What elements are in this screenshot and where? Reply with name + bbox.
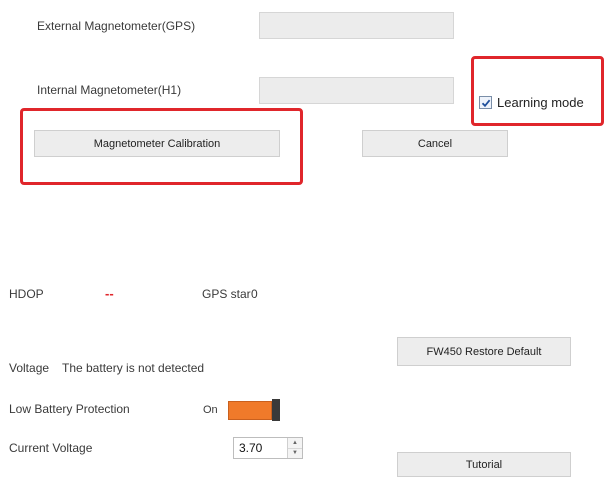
external-magnetometer-field (259, 12, 454, 39)
gps-star-label: GPS star (202, 287, 251, 301)
hdop-label: HDOP (9, 287, 44, 301)
toggle-track (227, 400, 272, 420)
toggle-state-label: On (203, 404, 218, 416)
low-battery-toggle[interactable]: On (203, 399, 280, 421)
current-voltage-value[interactable]: 3.70 (234, 438, 287, 458)
checkmark-icon (481, 99, 490, 107)
learning-mode-label: Learning mode (497, 95, 584, 110)
current-voltage-stepper[interactable]: 3.70 ▲ ▼ (233, 437, 303, 459)
learning-mode-highlight (471, 56, 604, 126)
learning-mode-checkbox-row[interactable]: Learning mode (479, 95, 584, 110)
learning-mode-checkbox[interactable] (479, 96, 492, 109)
cancel-button[interactable]: Cancel (362, 130, 508, 157)
low-battery-protection-label: Low Battery Protection (9, 402, 130, 416)
tutorial-button[interactable]: Tutorial (397, 452, 571, 477)
voltage-label: Voltage (9, 361, 50, 375)
magnetometer-calibration-button[interactable]: Magnetometer Calibration (34, 130, 280, 157)
current-voltage-label: Current Voltage (9, 441, 93, 455)
stepper-up-icon[interactable]: ▲ (288, 438, 302, 448)
stepper-down-icon[interactable]: ▼ (288, 447, 302, 458)
external-magnetometer-label: External Magnetometer(GPS) (37, 19, 196, 33)
restore-default-button[interactable]: FW450 Restore Default (397, 337, 571, 366)
toggle-switch[interactable] (227, 399, 280, 421)
gps-star-value: 0 (251, 287, 258, 301)
toggle-knob[interactable] (271, 399, 280, 421)
internal-magnetometer-field (259, 77, 454, 104)
internal-magnetometer-label: Internal Magnetometer(H1) (37, 83, 182, 97)
voltage-status: The battery is not detected (62, 361, 205, 375)
stepper-arrows[interactable]: ▲ ▼ (287, 438, 302, 458)
hdop-value: -- (105, 286, 114, 301)
